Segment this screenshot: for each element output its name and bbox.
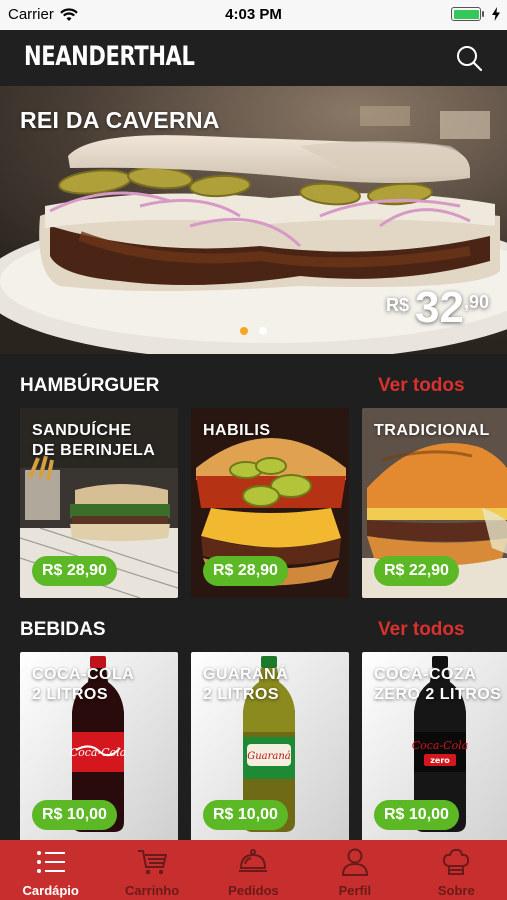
product-name: SANDUÍCHE DE BERINJELA bbox=[32, 422, 156, 459]
product-price: R$ 10,00 bbox=[203, 800, 288, 830]
tab-cardapio[interactable]: Cardápio bbox=[0, 840, 101, 900]
search-icon[interactable] bbox=[455, 44, 483, 72]
see-all-link[interactable]: Ver todos bbox=[378, 375, 465, 397]
tab-carrinho[interactable]: Carrinho bbox=[101, 840, 202, 900]
product-name: GUARANÁ 2 LITROS bbox=[203, 666, 289, 703]
brand-logo: NEANDERTHAL bbox=[24, 41, 195, 72]
product-price: R$ 28,90 bbox=[32, 556, 117, 586]
menu-list-icon bbox=[36, 851, 65, 873]
product-price: R$ 28,90 bbox=[203, 556, 288, 586]
carousel-dot[interactable] bbox=[259, 327, 267, 335]
status-right bbox=[451, 7, 501, 21]
svg-text:zero: zero bbox=[430, 756, 450, 765]
product-card[interactable]: SANDUÍCHE DE BERINJELA R$ 28,90 bbox=[20, 408, 178, 598]
cloche-icon bbox=[239, 849, 268, 872]
product-card[interactable]: Guaraná GUARANÁ 2 LITROS R$ 10,00 bbox=[191, 652, 349, 842]
hero-price-currency: R$ bbox=[386, 295, 410, 315]
carousel-dots bbox=[0, 327, 507, 335]
tab-bar: Cardápio Carrinho Pedidos Perfil Sobre bbox=[0, 840, 507, 900]
tab-label: Cardápio bbox=[22, 883, 79, 898]
product-name: TRADICIONAL bbox=[374, 422, 490, 439]
hero-title: REI DA CAVERNA bbox=[20, 107, 220, 133]
user-icon bbox=[341, 848, 368, 876]
hero-price: R$ 32 ,90 bbox=[386, 286, 489, 330]
hero-price-integer: 32 bbox=[415, 283, 464, 332]
product-row-hamburguer: SANDUÍCHE DE BERINJELA R$ 28,90 HABILIS … bbox=[20, 408, 507, 598]
carousel-dot-active[interactable] bbox=[240, 327, 248, 335]
tab-sobre[interactable]: Sobre bbox=[406, 840, 507, 900]
section-header-bebidas: BEBIDAS Ver todos bbox=[0, 619, 507, 649]
product-price: R$ 22,90 bbox=[374, 556, 459, 586]
product-card[interactable]: TRADICIONAL R$ 22,90 bbox=[362, 408, 507, 598]
product-name: COCA-COZA ZERO 2 LITROS bbox=[374, 666, 502, 703]
see-all-link[interactable]: Ver todos bbox=[378, 619, 465, 641]
section-header-hamburguer: HAMBÚRGUER Ver todos bbox=[0, 375, 507, 405]
product-name: HABILIS bbox=[203, 422, 271, 439]
svg-text:Coca-Cola: Coca-Cola bbox=[70, 746, 127, 759]
app-header: NEANDERTHAL bbox=[0, 30, 507, 86]
status-bar: Carrier 4:03 PM bbox=[0, 0, 507, 30]
product-card[interactable]: Coca-Cola COCA-COLA 2 LITROS R$ 10,00 bbox=[20, 652, 178, 842]
svg-text:Coca-Cola: Coca-Cola bbox=[412, 739, 469, 752]
tab-label: Carrinho bbox=[124, 883, 180, 898]
tab-label: Pedidos bbox=[228, 883, 279, 898]
tab-perfil[interactable]: Perfil bbox=[304, 840, 405, 900]
tab-pedidos[interactable]: Pedidos bbox=[203, 840, 304, 900]
tab-label: Sobre bbox=[437, 883, 475, 898]
battery-icon bbox=[451, 7, 484, 21]
cart-icon bbox=[138, 850, 168, 875]
hero-banner[interactable]: REI DA CAVERNA R$ 32 ,90 bbox=[0, 86, 507, 354]
svg-text:Guaraná: Guaraná bbox=[247, 751, 291, 762]
product-card[interactable]: Coca-Cola zero COCA-COZA ZERO 2 LITROS R… bbox=[362, 652, 507, 842]
tab-label: Perfil bbox=[338, 883, 372, 898]
section-title: BEBIDAS bbox=[20, 619, 106, 640]
charging-bolt-icon bbox=[492, 7, 500, 21]
hero-price-decimal: ,90 bbox=[463, 292, 489, 312]
section-title: HAMBÚRGUER bbox=[20, 375, 160, 396]
product-price: R$ 10,00 bbox=[374, 800, 459, 830]
chef-hat-icon bbox=[443, 848, 470, 875]
product-card[interactable]: HABILIS R$ 28,90 bbox=[191, 408, 349, 598]
product-price: R$ 10,00 bbox=[32, 800, 117, 830]
status-time: 4:03 PM bbox=[225, 6, 282, 23]
product-row-bebidas: Coca-Cola COCA-COLA 2 LITROS R$ 10,00 Gu… bbox=[20, 652, 507, 842]
product-name: COCA-COLA 2 LITROS bbox=[32, 666, 135, 703]
